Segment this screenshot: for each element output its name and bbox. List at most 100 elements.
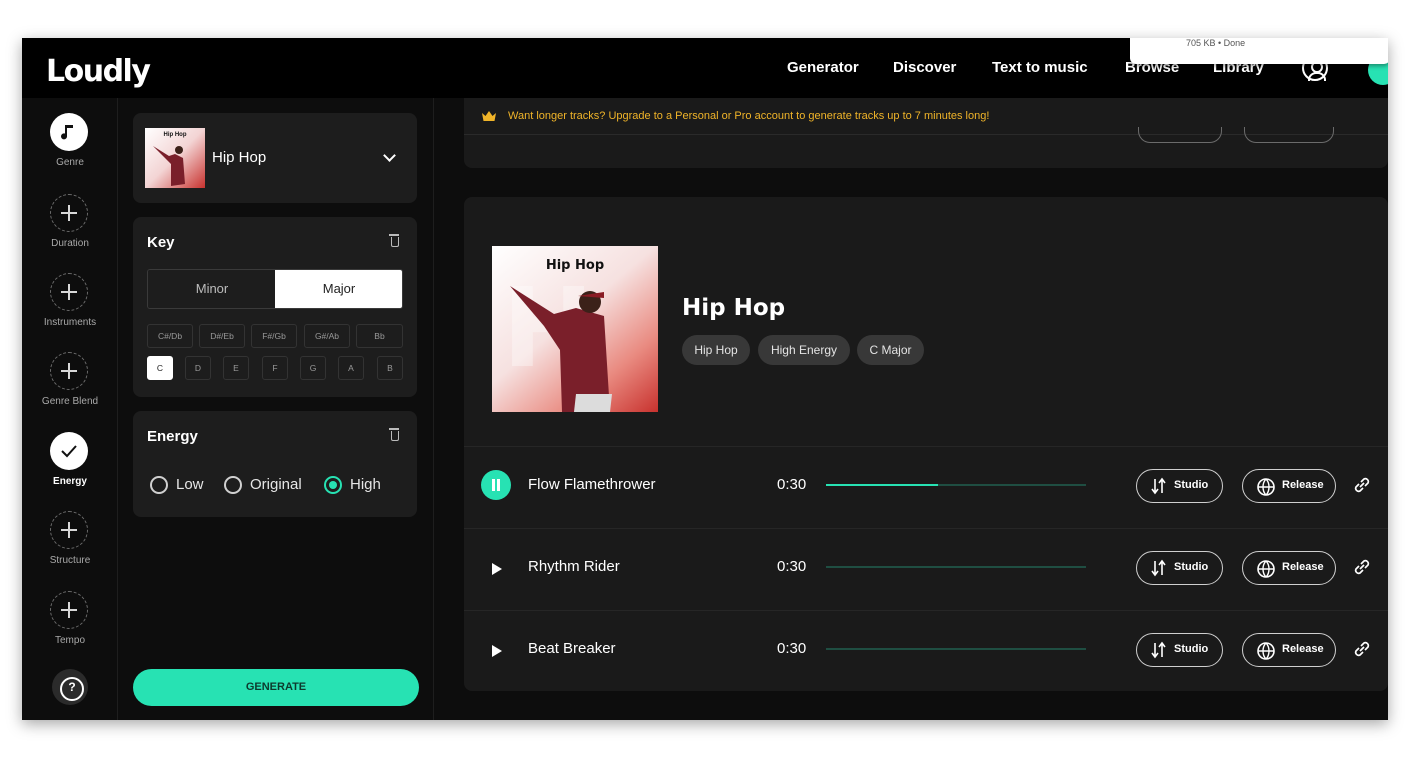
track-duration: 0:30 [777,476,807,493]
tag-key[interactable]: C Major [857,335,924,365]
studio-button[interactable]: Studio [1136,633,1223,667]
plus-icon [50,273,88,311]
waveform-progress [826,484,938,486]
energy-low-label: Low [176,476,204,493]
play-icon[interactable] [492,563,502,575]
screenshot-frame: Loudly Generator Discover Text to music … [0,0,1419,768]
mode-minor-button[interactable]: Minor [148,270,276,308]
rail-label-instruments: Instruments [43,317,97,328]
studio-button[interactable]: Studio [1136,551,1223,585]
studio-label: Studio [1174,561,1209,573]
check-icon [50,432,88,470]
energy-card: Energy Low Original High [133,411,417,517]
release-label: Release [1282,561,1324,573]
waveform[interactable] [826,566,1086,568]
chevron-down-icon[interactable] [383,149,396,162]
key-g-sharp[interactable]: G#/Ab [304,324,350,348]
energy-high-label: High [350,476,381,493]
tag-energy[interactable]: High Energy [758,335,850,365]
track-row: Flow Flamethrower 0:30 Studio Release [464,446,1388,528]
key-e[interactable]: E [223,356,249,380]
help-button[interactable] [52,669,88,705]
options-rail: Genre Duration Instruments Genre Blend E… [22,98,118,720]
track-row: Beat Breaker 0:30 Studio Release [464,610,1388,691]
release-button-partial[interactable] [1244,127,1334,143]
release-button[interactable]: Release [1242,551,1336,585]
tag-genre[interactable]: Hip Hop [682,335,750,365]
plus-icon [50,194,88,232]
nav-text-to-music[interactable]: Text to music [992,59,1088,76]
studio-button[interactable]: Studio [1136,469,1223,503]
logo[interactable]: Loudly [46,54,151,89]
sliders-icon [1151,477,1166,495]
track-duration: 0:30 [777,558,807,575]
cover-image: Hip Hop H [492,246,658,412]
key-b-flat[interactable]: Bb [356,324,403,348]
settings-panel: Hip Hop Hip Hop Key Minor Major C#/Db D#… [119,98,434,720]
studio-button-partial[interactable] [1138,127,1222,143]
link-icon[interactable] [1352,557,1372,577]
energy-high-radio[interactable]: High [324,475,394,495]
radio-circle-checked [324,476,342,494]
rail-label-structure: Structure [49,555,91,566]
energy-low-radio[interactable]: Low [150,475,220,495]
key-c[interactable]: C [147,356,173,380]
link-icon[interactable] [1352,475,1372,495]
top-bar: Loudly Generator Discover Text to music … [22,38,1388,98]
track-duration: 0:30 [777,640,807,657]
energy-original-radio[interactable]: Original [224,475,314,495]
track-name: Flow Flamethrower [528,476,656,493]
radio-circle [150,476,168,494]
rail-label-genre: Genre [56,157,84,168]
key-g[interactable]: G [300,356,326,380]
pause-icon[interactable] [481,470,511,500]
key-a[interactable]: A [338,356,364,380]
download-status: 705 KB • Done [1186,38,1246,48]
trash-icon[interactable] [389,234,399,247]
key-card: Key Minor Major C#/Db D#/Eb F#/Gb G#/Ab … [133,217,417,397]
key-f-sharp[interactable]: F#/Gb [251,324,297,348]
energy-original-label: Original [250,476,302,493]
energy-title: Energy [147,428,198,445]
key-title: Key [147,234,175,251]
plus-icon [50,352,88,390]
waveform[interactable] [826,648,1086,650]
release-button[interactable]: Release [1242,469,1336,503]
key-c-sharp[interactable]: C#/Db [147,324,193,348]
key-f[interactable]: F [262,356,288,380]
music-note-icon [50,113,88,151]
mode-major-button[interactable]: Major [275,270,402,308]
rail-label-genre-blend: Genre Blend [41,396,99,407]
sliders-icon [1151,559,1166,577]
globe-icon [1257,560,1275,578]
play-icon[interactable] [492,645,502,657]
upgrade-text[interactable]: Want longer tracks? Upgrade to a Persona… [508,110,989,122]
crown-icon [482,111,496,121]
download-popup: 705 KB • Done [1130,38,1388,64]
loudly-app: Loudly Generator Discover Text to music … [22,38,1388,720]
generate-button[interactable]: GENERATE [133,669,419,706]
trash-icon[interactable] [389,428,399,441]
globe-icon [1257,478,1275,496]
studio-label: Studio [1174,479,1209,491]
rail-label-energy: Energy [53,476,87,487]
radio-circle [224,476,242,494]
release-label: Release [1282,479,1324,491]
nav-discover[interactable]: Discover [893,59,956,76]
genre-selector[interactable]: Hip Hop Hip Hop [133,113,417,203]
result-title: Hip Hop [682,295,786,321]
key-d-sharp[interactable]: D#/Eb [199,324,245,348]
key-b[interactable]: B [377,356,403,380]
track-name: Beat Breaker [528,640,616,657]
waveform[interactable] [826,484,1086,486]
genre-name: Hip Hop [212,149,267,166]
key-d[interactable]: D [185,356,211,380]
plus-icon [50,511,88,549]
release-button[interactable]: Release [1242,633,1336,667]
main-content: Want longer tracks? Upgrade to a Persona… [435,98,1388,720]
release-label: Release [1282,643,1324,655]
nav-generator[interactable]: Generator [787,59,859,76]
track-row: Rhythm Rider 0:30 Studio Release [464,528,1388,610]
link-icon[interactable] [1352,639,1372,659]
plus-icon [50,591,88,629]
